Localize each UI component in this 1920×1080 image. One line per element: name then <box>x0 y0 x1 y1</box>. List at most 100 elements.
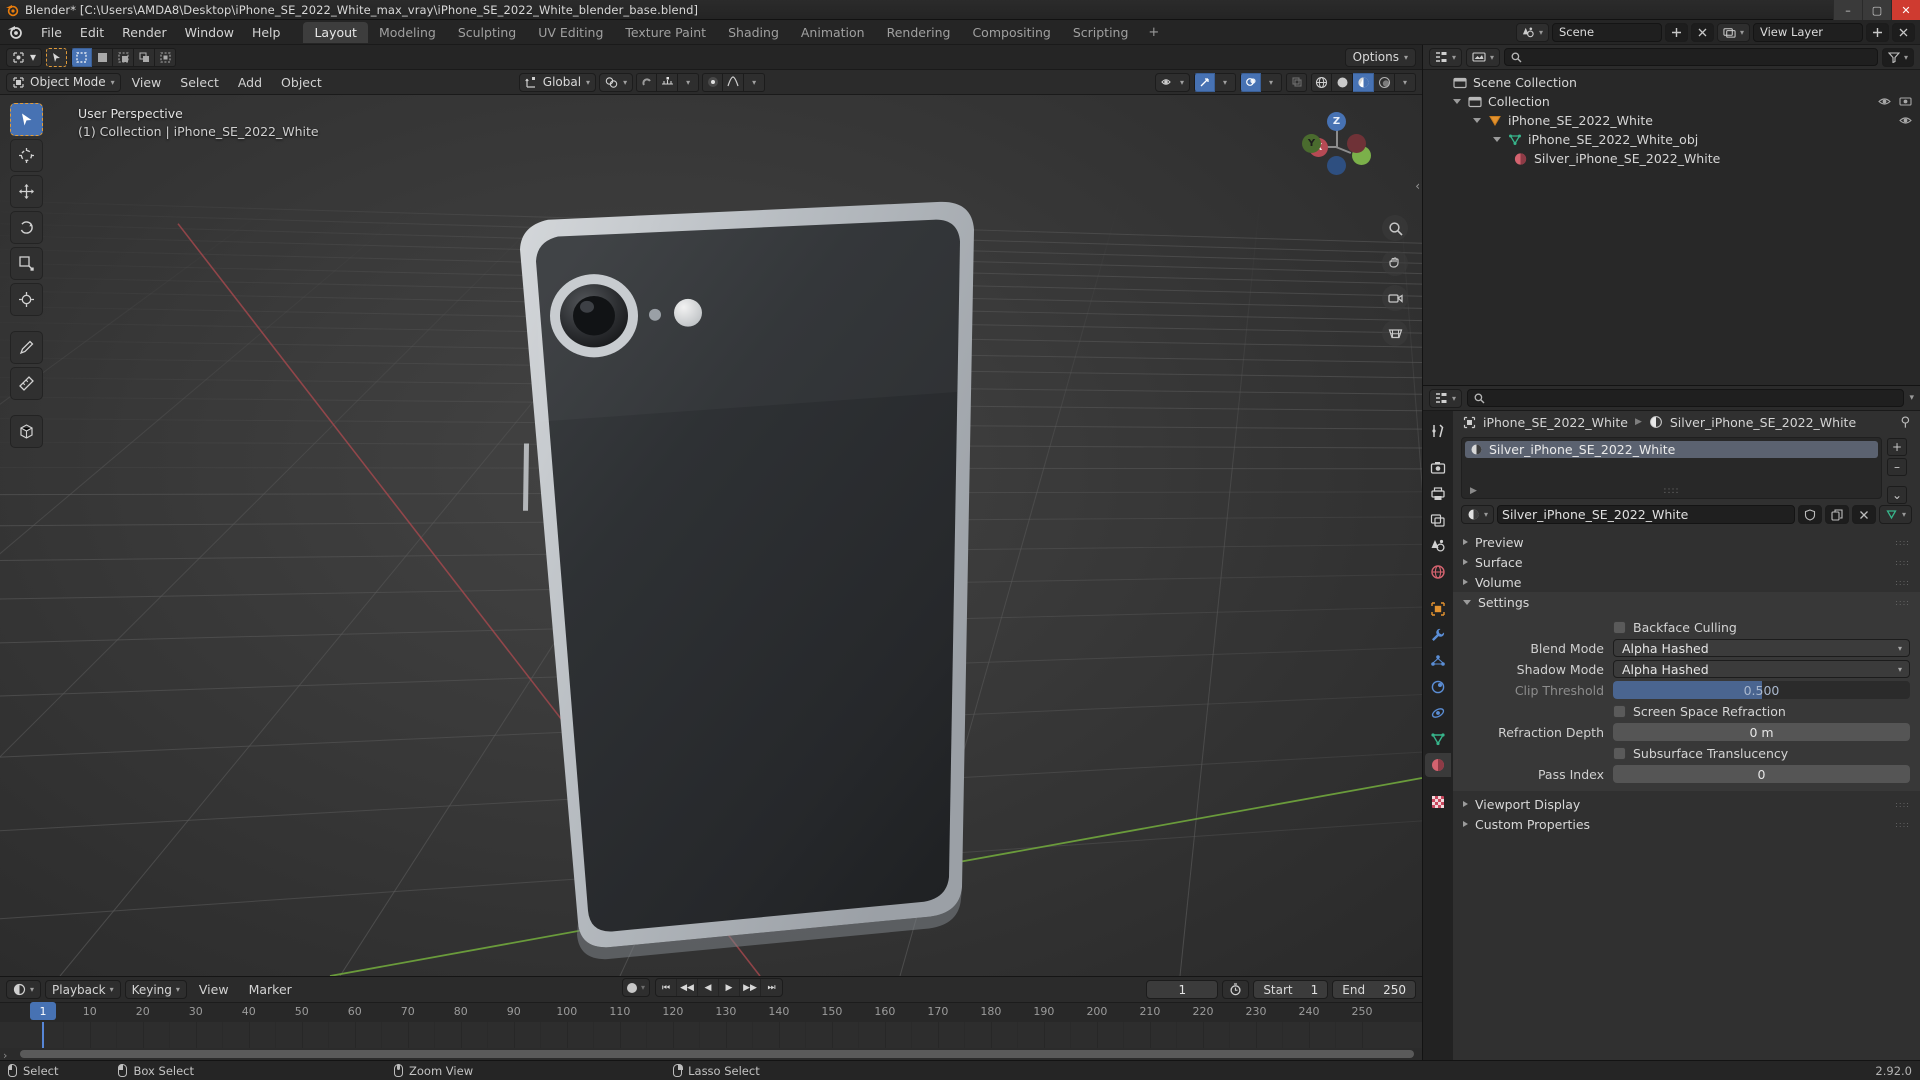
tool-measure-button[interactable] <box>10 367 43 400</box>
maximize-button[interactable]: ▢ <box>1862 0 1891 20</box>
viewport-menu-select[interactable]: Select <box>172 73 227 92</box>
remove-material-slot-button[interactable]: – <box>1887 458 1907 476</box>
subsurface-translucency-checkbox[interactable] <box>1613 746 1626 760</box>
viewport-menu-add[interactable]: Add <box>230 73 270 92</box>
tool-tweak-button[interactable] <box>10 103 43 136</box>
material-list-filter-arrow-icon[interactable]: ▶ <box>1470 486 1478 496</box>
tab-scene-properties[interactable] <box>1425 534 1451 558</box>
outliner-row-material[interactable]: Silver_iPhone_SE_2022_White <box>1423 149 1920 168</box>
3d-viewport[interactable]: User Perspective (1) Collection | iPhone… <box>0 95 1422 976</box>
panel-custom-properties[interactable]: Custom Properties :::: <box>1453 814 1920 834</box>
menu-render[interactable]: Render <box>113 23 176 42</box>
unlink-material-icon[interactable] <box>1851 505 1876 524</box>
pass-index-field[interactable]: 0 <box>1613 765 1910 783</box>
tool-cursor-button[interactable] <box>10 139 43 172</box>
magnet-snap-icon[interactable] <box>636 72 658 92</box>
previous-keyframe-button[interactable]: ◀◀ <box>677 979 699 996</box>
tool-add-cube-button[interactable] <box>10 415 43 448</box>
pin-id-icon[interactable]: ⚲ <box>1900 415 1910 430</box>
tab-modeling[interactable]: Modeling <box>368 22 447 43</box>
camera-view-icon[interactable] <box>1382 285 1408 311</box>
tool-scale-button[interactable] <box>10 247 43 280</box>
tab-layout[interactable]: Layout <box>303 21 368 43</box>
toggle-perspective-icon[interactable] <box>1382 320 1408 346</box>
tab-tool-properties[interactable] <box>1425 419 1451 443</box>
scene-name-field[interactable]: Scene <box>1551 22 1662 42</box>
chevron-down-icon[interactable] <box>1473 118 1481 123</box>
current-frame-field[interactable]: 1 <box>1146 980 1219 999</box>
timeline-editor-type-selector[interactable]: ▾ <box>6 980 42 999</box>
gizmo-dropdown-chevron-icon[interactable]: ▾ <box>1215 72 1236 92</box>
rendered-shading-icon[interactable] <box>1374 72 1395 92</box>
gizmo-toggle-icon[interactable] <box>1194 72 1215 92</box>
end-frame-value[interactable]: 250 <box>1374 983 1415 997</box>
tab-compositing[interactable]: Compositing <box>961 22 1061 43</box>
remove-view-layer-button[interactable] <box>1892 22 1915 42</box>
panel-grip-icon[interactable]: :::: <box>1895 820 1910 829</box>
falloff-curve-icon[interactable] <box>723 72 745 92</box>
new-material-copy-icon[interactable] <box>1824 505 1849 524</box>
play-button[interactable]: ▶ <box>719 979 741 996</box>
menu-window[interactable]: Window <box>176 23 243 42</box>
timeline-playback-menu[interactable]: Playback ▾ <box>45 980 121 999</box>
properties-search-input[interactable] <box>1467 389 1905 407</box>
tab-output-properties[interactable] <box>1425 482 1451 506</box>
timeline-keying-menu[interactable]: Keying ▾ <box>124 980 187 999</box>
properties-options-chevron-icon[interactable]: ▾ <box>1909 393 1914 403</box>
refraction-depth-field[interactable]: 0 m <box>1613 723 1910 741</box>
chevron-down-icon[interactable] <box>1493 137 1501 142</box>
properties-editor-type-selector[interactable]: ▾ <box>1429 388 1463 408</box>
jump-to-start-button[interactable]: ⏮ <box>656 979 678 996</box>
outliner-filter-icon[interactable]: ▾ <box>1881 47 1914 67</box>
view-layer-name-field[interactable]: View Layer <box>1753 22 1863 42</box>
panel-grip-icon[interactable]: :::: <box>1895 800 1910 809</box>
tab-object-properties[interactable] <box>1425 597 1451 621</box>
viewport-menu-object[interactable]: Object <box>273 73 330 92</box>
next-keyframe-button[interactable]: ▶▶ <box>740 979 762 996</box>
zoom-view-icon[interactable] <box>1382 215 1408 241</box>
add-workspace-button[interactable]: + <box>1139 25 1168 40</box>
auto-keying-toggle[interactable]: ▾ <box>622 978 651 997</box>
material-slot-row[interactable]: Silver_iPhone_SE_2022_White <box>1465 441 1878 458</box>
tab-shading[interactable]: Shading <box>717 22 790 43</box>
timeline-ruler[interactable]: 1102030405060708090100110120130140150160… <box>0 1002 1422 1022</box>
tab-material-properties[interactable] <box>1425 753 1451 777</box>
shadow-mode-dropdown[interactable]: Alpha Hashed ▾ <box>1613 660 1910 678</box>
start-frame-value[interactable]: 1 <box>1302 983 1328 997</box>
hide-in-viewport-icon[interactable] <box>1878 96 1891 107</box>
gizmo-axis-neg-y[interactable]: Y <box>1302 134 1321 153</box>
menu-help[interactable]: Help <box>243 23 290 42</box>
material-preview-shading-icon[interactable] <box>1353 72 1374 92</box>
tool-rotate-button[interactable] <box>10 211 43 244</box>
viewport-menu-view[interactable]: View <box>124 73 170 92</box>
visibility-selector[interactable]: ▾ <box>1154 72 1190 92</box>
panel-volume[interactable]: Volume :::: <box>1453 572 1920 592</box>
scene-browse-icon[interactable]: ▾ <box>1515 22 1549 42</box>
snap-increment-icon[interactable] <box>657 72 679 92</box>
panel-grip-icon[interactable]: :::: <box>1895 538 1910 547</box>
outliner-search-input[interactable] <box>1504 48 1878 66</box>
falloff-dropdown-chevron-icon[interactable]: ▾ <box>744 72 766 92</box>
menu-file[interactable]: File <box>32 23 71 42</box>
tab-particle-properties[interactable] <box>1425 649 1451 673</box>
overlays-toggle-icon[interactable] <box>1240 72 1261 92</box>
tab-world-properties[interactable] <box>1425 560 1451 584</box>
tab-scripting[interactable]: Scripting <box>1062 22 1140 43</box>
outliner-tree[interactable]: Scene Collection Collection iPhone_SE_20… <box>1423 70 1920 385</box>
shading-dropdown-chevron-icon[interactable]: ▾ <box>1395 72 1416 92</box>
new-scene-button[interactable] <box>1664 22 1688 42</box>
disable-in-renders-icon[interactable] <box>1899 96 1912 107</box>
chevron-down-icon[interactable] <box>1453 99 1461 104</box>
tab-render-properties[interactable] <box>1425 456 1451 480</box>
editor-type-selector[interactable]: ▾ <box>6 47 43 67</box>
options-button[interactable]: Options ▾ <box>1344 47 1416 67</box>
panel-viewport-display[interactable]: Viewport Display :::: <box>1453 794 1920 814</box>
minimize-button[interactable]: – <box>1833 0 1862 20</box>
browse-material-icon[interactable]: ▾ <box>1461 505 1495 524</box>
view-layer-browse-icon[interactable]: ▾ <box>1716 22 1750 42</box>
tab-rendering[interactable]: Rendering <box>876 22 962 43</box>
panel-grip-icon[interactable]: :::: <box>1895 578 1910 587</box>
select-invert-button[interactable] <box>134 47 156 67</box>
frame-range-fields[interactable]: Start 1 <box>1253 980 1329 999</box>
gizmo-axis-z[interactable]: Z <box>1327 112 1346 131</box>
